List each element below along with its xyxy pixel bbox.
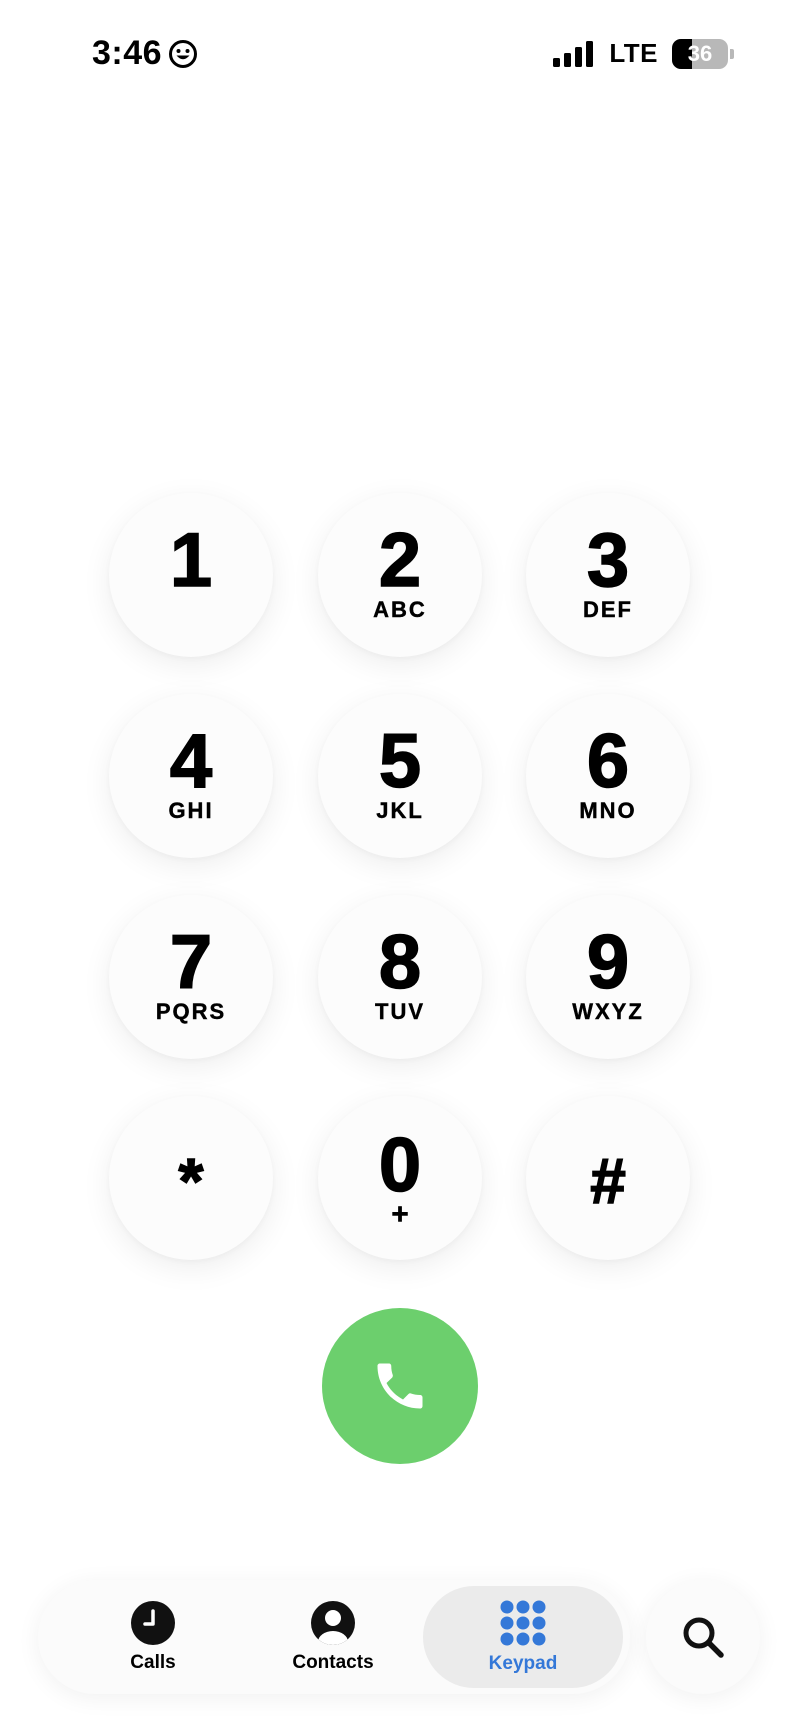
tab-label: Calls: [130, 1652, 176, 1673]
key-digit: 3: [586, 518, 630, 603]
key-1[interactable]: 1: [109, 493, 273, 657]
key-0[interactable]: 0 +: [318, 1096, 482, 1260]
dial-keypad: 1 2 ABC 3 DEF 4 GHI 5 JKL 6 MNO 7 PQRS 8…: [0, 0, 800, 1733]
key-star[interactable]: *: [109, 1096, 273, 1260]
key-digit: #: [589, 1145, 626, 1217]
tab-label: Keypad: [488, 1653, 558, 1674]
time-text: 3:46: [92, 34, 163, 72]
key-5[interactable]: 5 JKL: [318, 694, 482, 858]
battery-level: 36: [687, 40, 713, 66]
key-9[interactable]: 9 WXYZ: [526, 895, 690, 1059]
key-digit: 0: [378, 1123, 422, 1208]
key-digit: 5: [378, 719, 422, 804]
tab-keypad[interactable]: Keypad: [423, 1586, 623, 1688]
key-2[interactable]: 2 ABC: [318, 493, 482, 657]
key-3[interactable]: 3 DEF: [526, 493, 690, 657]
key-digit: 4: [169, 719, 213, 804]
key-digit: 8: [378, 920, 422, 1005]
key-digit: 9: [586, 920, 630, 1005]
tab-calls[interactable]: Calls: [88, 1586, 218, 1688]
search-button[interactable]: [646, 1580, 760, 1694]
key-7[interactable]: 7 PQRS: [109, 895, 273, 1059]
status-bar: 3:46 LTE 36: [0, 0, 800, 110]
cellular-signal-icon: [553, 40, 595, 67]
key-letters: ABC: [373, 597, 427, 622]
search-icon: [679, 1613, 727, 1661]
person-icon: [310, 1600, 356, 1646]
key-letters: TUV: [375, 999, 425, 1024]
key-letters: PQRS: [155, 999, 227, 1024]
key-digit: 2: [378, 518, 422, 603]
key-digit: 7: [169, 920, 213, 1005]
key-digit: 1: [169, 518, 213, 603]
key-6[interactable]: 6 MNO: [526, 694, 690, 858]
phone-icon: [370, 1356, 430, 1416]
key-letters: WXYZ: [572, 999, 644, 1024]
battery-cap: [730, 48, 734, 59]
tab-contacts[interactable]: Contacts: [258, 1586, 408, 1688]
network-type: LTE: [609, 38, 658, 68]
battery-icon: 36: [672, 38, 728, 69]
keypad-grid-icon: [499, 1599, 547, 1647]
key-letters: GHI: [168, 798, 214, 823]
key-8[interactable]: 8 TUV: [318, 895, 482, 1059]
key-digit: 6: [586, 719, 630, 804]
call-button[interactable]: [322, 1308, 478, 1464]
tab-label: Contacts: [292, 1652, 374, 1673]
smiley-face-icon: [168, 39, 198, 69]
key-letters: JKL: [376, 798, 424, 823]
key-hash[interactable]: #: [526, 1096, 690, 1260]
bottom-tab-bar: Calls Contacts Keypad: [38, 1580, 630, 1694]
key-letters: DEF: [583, 597, 633, 622]
key-letters: +: [391, 1198, 409, 1231]
key-4[interactable]: 4 GHI: [109, 694, 273, 858]
status-time: 3:46: [92, 34, 198, 73]
key-letters: MNO: [579, 798, 637, 823]
clock-icon: [130, 1600, 176, 1646]
status-indicators: LTE 36: [553, 38, 734, 69]
key-digit: *: [178, 1145, 204, 1217]
